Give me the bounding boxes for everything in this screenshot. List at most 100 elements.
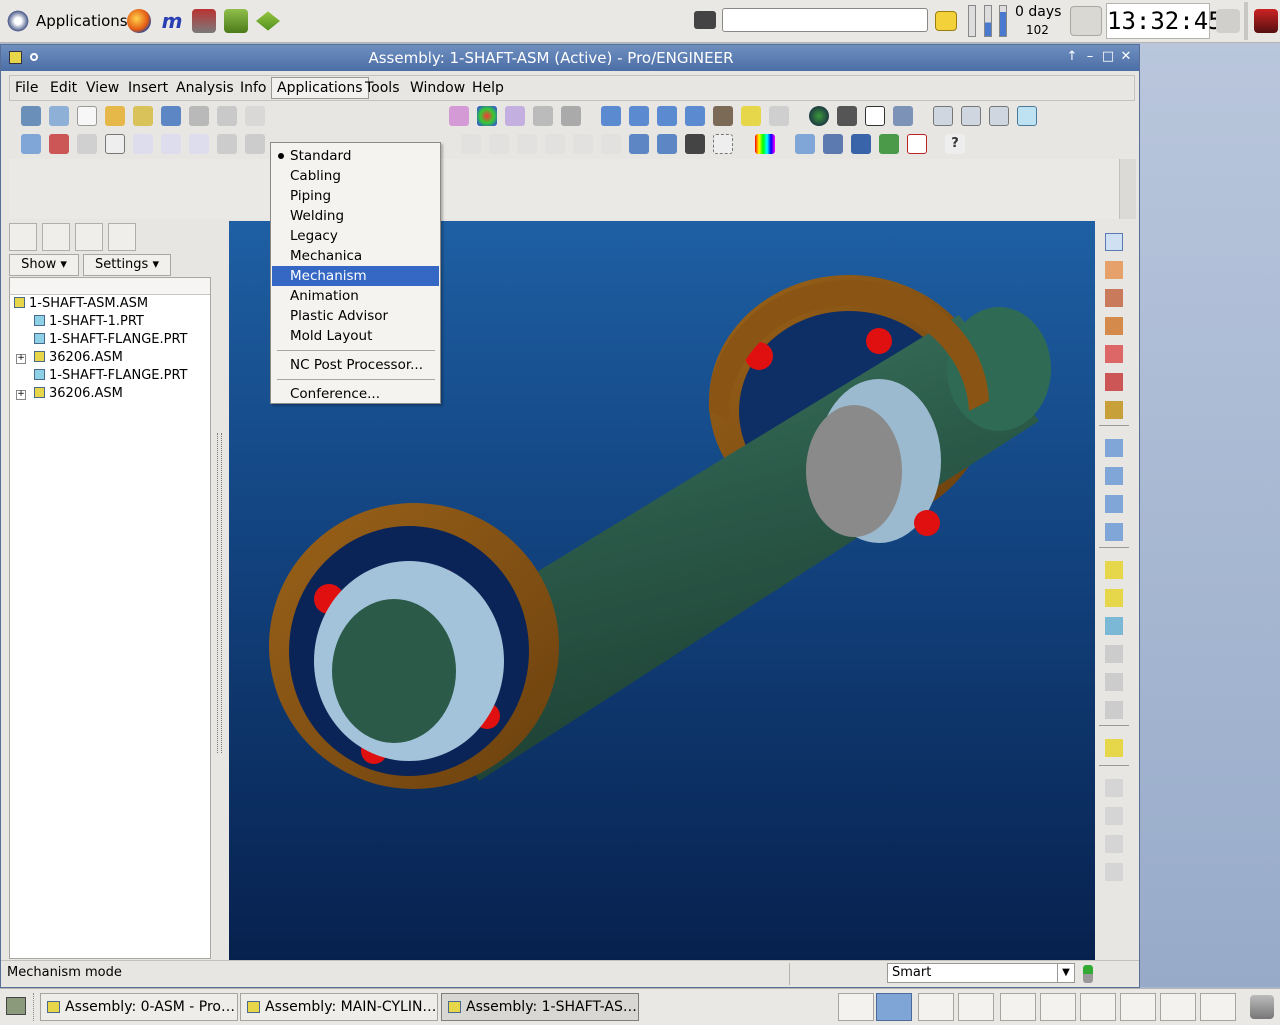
mouse-icon[interactable]	[1216, 9, 1240, 33]
notes-icon[interactable]	[935, 11, 957, 31]
menu-file[interactable]: File	[15, 80, 38, 96]
surface-icon[interactable]	[1105, 523, 1123, 541]
menu-analysis[interactable]: Analysis	[176, 80, 234, 96]
menu-item-welding[interactable]: Welding	[272, 206, 439, 226]
plane-icon[interactable]	[1105, 261, 1123, 279]
applications-menu[interactable]: Applications	[36, 12, 128, 30]
editor-m-icon[interactable]: m	[160, 9, 184, 33]
workspace-3[interactable]	[918, 993, 954, 1021]
help-context-icon[interactable]: ?	[945, 134, 965, 154]
point-icon[interactable]	[1105, 345, 1123, 363]
message-scrollbar[interactable]	[1119, 159, 1136, 219]
view-3-icon[interactable]	[657, 106, 677, 126]
open-icon[interactable]	[49, 106, 69, 126]
workspace-5[interactable]	[1000, 993, 1036, 1021]
csys-icon[interactable]	[1105, 373, 1123, 391]
select-box-icon[interactable]	[713, 134, 733, 154]
tree-node[interactable]: 36206.ASM	[34, 386, 123, 401]
activate-icon[interactable]	[879, 134, 899, 154]
video-icon[interactable]	[837, 106, 857, 126]
paste-icon[interactable]	[461, 134, 481, 154]
reorient-icon[interactable]	[217, 134, 237, 154]
windows-icon[interactable]	[851, 134, 871, 154]
assemble-icon[interactable]	[1105, 439, 1123, 457]
chevron-down-icon[interactable]: ▼	[1057, 964, 1074, 982]
draft-analysis-icon[interactable]	[505, 106, 525, 126]
favorites-tab[interactable]	[75, 223, 103, 251]
trim-icon[interactable]	[1105, 835, 1123, 853]
panel-search-input[interactable]	[722, 8, 928, 32]
axis-icon[interactable]	[1105, 289, 1123, 307]
tree-node[interactable]: 36206.ASM	[34, 350, 123, 365]
taskbar-button[interactable]: Assembly: MAIN-CYLIN…	[240, 993, 438, 1021]
menu-tools[interactable]: Tools	[365, 80, 400, 96]
no-hidden-icon[interactable]	[989, 106, 1009, 126]
layers-1-icon[interactable]	[795, 134, 815, 154]
repeat-icon[interactable]	[1105, 645, 1123, 663]
firefox-icon[interactable]	[127, 9, 151, 33]
layers-icon[interactable]	[823, 134, 843, 154]
menu-item-standard[interactable]: Standard	[272, 146, 439, 166]
workspace-6[interactable]	[1040, 993, 1076, 1021]
menu-item-mold-layout[interactable]: Mold Layout	[272, 326, 439, 346]
view-4-icon[interactable]	[685, 106, 705, 126]
show-button[interactable]: Show ▾	[9, 254, 79, 276]
regen-manager-icon[interactable]	[657, 134, 677, 154]
menu-item-cabling[interactable]: Cabling	[272, 166, 439, 186]
clock[interactable]: 13:32:45	[1106, 3, 1223, 39]
trash-icon[interactable]	[1250, 995, 1274, 1019]
settings-button[interactable]: Settings ▾	[83, 254, 171, 276]
menu-item-piping[interactable]: Piping	[272, 186, 439, 206]
curve-icon[interactable]	[1105, 317, 1123, 335]
shade-analysis-icon[interactable]	[477, 106, 497, 126]
sketch-icon[interactable]	[1105, 233, 1123, 251]
new-icon[interactable]	[21, 106, 41, 126]
menu-item-animation[interactable]: Animation	[272, 286, 439, 306]
menu-item-plastic-advisor[interactable]: Plastic Advisor	[272, 306, 439, 326]
view-2-icon[interactable]	[629, 106, 649, 126]
logout-icon[interactable]	[1254, 9, 1278, 33]
orient-icon[interactable]	[77, 134, 97, 154]
model-tree-tab[interactable]	[9, 223, 37, 251]
panel-splitter[interactable]	[214, 223, 224, 959]
maximize-icon[interactable]: □	[1101, 50, 1115, 64]
round-icon[interactable]	[1105, 701, 1123, 719]
menu-applications[interactable]: Applications	[271, 77, 369, 99]
taskbar-button[interactable]: Assembly: 1-SHAFT-AS…	[441, 993, 639, 1021]
menu-item-legacy[interactable]: Legacy	[272, 226, 439, 246]
save-icon[interactable]	[161, 106, 181, 126]
network-tool-icon[interactable]	[192, 9, 216, 33]
minimize-icon[interactable]: –	[1083, 50, 1097, 64]
print-icon[interactable]	[189, 106, 209, 126]
curve-analysis-icon[interactable]	[449, 106, 469, 126]
wireframe-icon[interactable]	[933, 106, 953, 126]
close-icon[interactable]: ✕	[1119, 50, 1133, 64]
workspace-1[interactable]	[838, 993, 874, 1021]
taskbar-button[interactable]: Assembly: 0-ASM - Pro…	[40, 993, 238, 1021]
workspace-10[interactable]	[1200, 993, 1236, 1021]
selection-filter[interactable]: Smart ▼	[887, 963, 1075, 983]
appearance-icon[interactable]	[755, 134, 775, 154]
menu-info[interactable]: Info	[240, 80, 267, 96]
display-icon[interactable]	[893, 106, 913, 126]
book-applet-icon[interactable]	[1070, 6, 1102, 36]
menu-item-conference[interactable]: Conference...	[272, 384, 439, 404]
book-icon[interactable]	[224, 9, 248, 33]
tree-node[interactable]: 1-SHAFT-FLANGE.PRT	[34, 368, 188, 383]
folder-browser-tab[interactable]	[42, 223, 70, 251]
workspace-2[interactable]	[876, 993, 912, 1021]
pattern-icon[interactable]	[1105, 863, 1123, 881]
refresh-icon[interactable]	[769, 106, 789, 126]
copy-component-icon[interactable]	[1105, 589, 1123, 607]
cut-icon[interactable]	[545, 134, 565, 154]
ruler-icon[interactable]	[561, 106, 581, 126]
expand-icon[interactable]: +	[16, 354, 26, 364]
shade-up-icon[interactable]: ↑	[1065, 50, 1079, 64]
folder-browse-icon[interactable]	[133, 106, 153, 126]
blank-document-icon[interactable]	[77, 106, 97, 126]
saved-views-icon[interactable]	[245, 134, 265, 154]
link-icon[interactable]	[245, 106, 265, 126]
explode-icon[interactable]	[1105, 495, 1123, 513]
regenerate-icon[interactable]	[629, 134, 649, 154]
copy-icon[interactable]	[573, 134, 593, 154]
